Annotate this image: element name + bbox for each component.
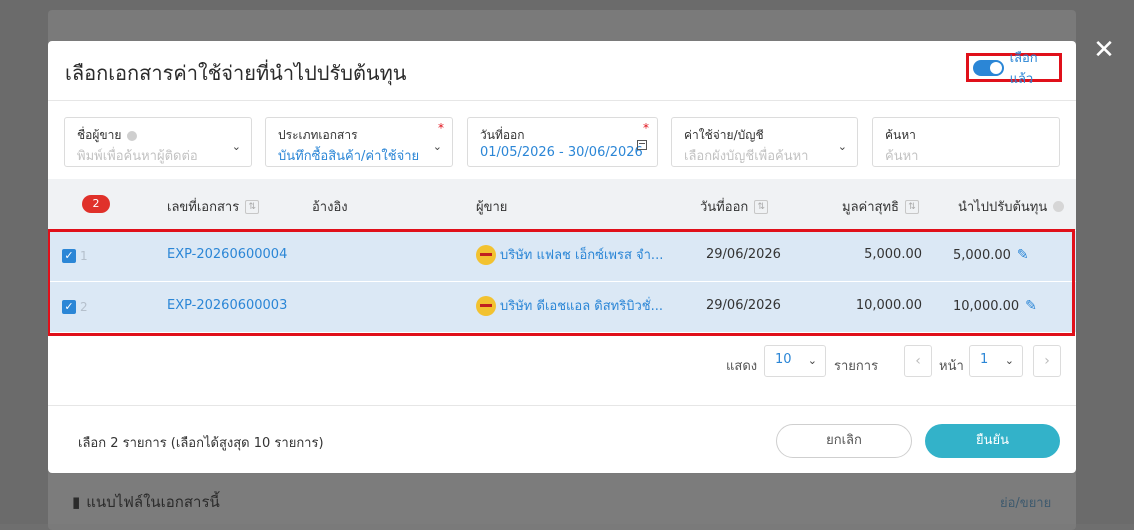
- expense-account-filter[interactable]: ค่าใช้จ่าย/บัญชี เลือกผังบัญชีเพื่อค้นหา…: [671, 117, 858, 167]
- table-row[interactable]: ✓ 1 EXP-20260600004 บริษัท แฟลช เอ็กซ์เพ…: [48, 231, 1076, 281]
- page-value: 1: [980, 352, 989, 367]
- vendor-filter-label: ชื่อผู้ขาย: [77, 128, 122, 142]
- page-size-select[interactable]: 10 ⌄: [764, 345, 826, 377]
- selected-count-badge: 2: [82, 195, 110, 213]
- search-filter[interactable]: ค้นหา ค้นหา: [872, 117, 1060, 167]
- toggle-switch[interactable]: [973, 59, 1004, 76]
- sort-icon[interactable]: ⇅: [754, 199, 769, 214]
- row-checkbox[interactable]: ✓: [62, 249, 76, 263]
- selected-only-toggle[interactable]: เลือกแล้ว: [966, 51, 1062, 87]
- doc-no-link[interactable]: EXP-20260600004: [167, 247, 287, 262]
- header-issue-date: วันที่ออก: [700, 200, 749, 215]
- cost-adjust-cell: 5,000.00 ✎: [953, 247, 1029, 263]
- prev-page-button[interactable]: ‹: [904, 345, 932, 377]
- expense-account-label: ค่าใช้จ่าย/บัญชี: [684, 128, 764, 142]
- expand-link[interactable]: ย่อ/ขยาย: [1000, 492, 1051, 513]
- issue-date-value: 01/05/2026 - 30/06/2026: [480, 145, 643, 160]
- row-number: 1: [80, 249, 88, 263]
- header-vendor: ผู้ขาย: [476, 200, 508, 215]
- cost-adjust-cell: 10,000.00 ✎: [953, 298, 1037, 314]
- table-row[interactable]: ✓ 2 EXP-20260600003 บริษัท ดีเอชแอล ดิสท…: [48, 282, 1076, 332]
- vendor-name: บริษัท แฟลช เอ็กซ์เพรส จำ...: [500, 248, 664, 263]
- toggle-label: เลือกแล้ว: [1009, 50, 1038, 87]
- page-size-value: 10: [775, 352, 792, 367]
- pagination: แสดง 10 ⌄ รายการ ‹ หน้า 1 ⌄ ›: [48, 345, 1076, 379]
- chevron-down-icon: ⌄: [432, 140, 442, 153]
- row-checkbox[interactable]: ✓: [62, 300, 76, 314]
- help-icon: [1053, 201, 1065, 212]
- file-icon: ▮: [72, 493, 81, 511]
- attach-files-section: ▮ แนบไฟล์ในเอกสารนี้: [72, 490, 220, 514]
- confirm-button[interactable]: ยืนยัน: [925, 424, 1060, 458]
- show-label: แสดง: [726, 359, 758, 374]
- attach-label: แนบไฟล์ในเอกสารนี้: [86, 493, 220, 511]
- search-input[interactable]: ค้นหา: [885, 145, 918, 166]
- doc-type-label: ประเภทเอกสาร: [278, 128, 358, 142]
- row-number: 2: [80, 300, 88, 314]
- issue-date-label: วันที่ออก: [480, 128, 525, 142]
- doc-type-value: บันทึกซื้อสินค้า/ค่าใช้จ่าย: [278, 149, 420, 164]
- select-expense-modal: เลือกเอกสารค่าใช้จ่ายที่นำไปปรับต้นทุน เ…: [48, 41, 1076, 473]
- page-label: หน้า: [939, 359, 964, 374]
- close-icon[interactable]: ✕: [1092, 37, 1116, 63]
- filter-bar: ชื่อผู้ขาย พิมพ์เพื่อค้นหาผู้ติดต่อ ⌄ ปร…: [64, 117, 1064, 169]
- header-doc-no: เลขที่เอกสาร: [167, 200, 240, 215]
- items-label: รายการ: [834, 359, 879, 374]
- calendar-icon[interactable]: [637, 140, 647, 150]
- modal-header: เลือกเอกสารค่าใช้จ่ายที่นำไปปรับต้นทุน เ…: [48, 41, 1076, 101]
- vendor-name: บริษัท ดีเอชแอล ดิสทริบิวชั่...: [500, 299, 664, 314]
- chevron-down-icon: ⌄: [1004, 354, 1014, 367]
- net-value-cell: 10,000.00: [855, 298, 922, 313]
- header-net-value: มูลค่าสุทธิ: [842, 200, 899, 215]
- chevron-down-icon: ⌄: [231, 140, 241, 153]
- modal-title: เลือกเอกสารค่าใช้จ่ายที่นำไปปรับต้นทุน: [65, 61, 407, 85]
- doc-no-link[interactable]: EXP-20260600003: [167, 298, 287, 313]
- selection-summary: เลือก 2 รายการ (เลือกได้สูงสุด 10 รายการ…: [78, 436, 324, 451]
- page-select[interactable]: 1 ⌄: [969, 345, 1023, 377]
- vendor-cell[interactable]: บริษัท แฟลช เอ็กซ์เพรส จำ...: [476, 244, 663, 265]
- pencil-icon[interactable]: ✎: [1017, 247, 1029, 263]
- vendor-cell[interactable]: บริษัท ดีเอชแอล ดิสทริบิวชั่...: [476, 295, 663, 316]
- vendor-filter-placeholder: พิมพ์เพื่อค้นหาผู้ติดต่อ: [77, 149, 198, 164]
- chevron-down-icon: ⌄: [807, 354, 817, 367]
- header-reference: อ้างอิง: [312, 200, 348, 215]
- header-cost-adjust: นำไปปรับต้นทุน: [958, 200, 1048, 215]
- chevron-down-icon: ⌄: [837, 140, 847, 153]
- required-mark: *: [438, 121, 444, 135]
- help-icon: [127, 130, 138, 141]
- required-mark: *: [643, 121, 649, 135]
- cancel-button[interactable]: ยกเลิก: [776, 424, 912, 458]
- table-header: 2 เลขที่เอกสาร ⇅ อ้างอิง ผู้ขาย วันที่ออ…: [48, 179, 1076, 230]
- modal-footer: เลือก 2 รายการ (เลือกได้สูงสุด 10 รายการ…: [48, 405, 1076, 473]
- doc-type-filter[interactable]: ประเภทเอกสาร * บันทึกซื้อสินค้า/ค่าใช้จ่…: [265, 117, 453, 167]
- issue-date-cell: 29/06/2026: [706, 298, 781, 313]
- search-label: ค้นหา: [885, 128, 916, 142]
- expense-account-placeholder: เลือกผังบัญชีเพื่อค้นหา: [684, 149, 809, 164]
- cost-adjust-value: 5,000.00: [953, 247, 1011, 263]
- vendor-filter[interactable]: ชื่อผู้ขาย พิมพ์เพื่อค้นหาผู้ติดต่อ ⌄: [64, 117, 252, 167]
- sort-icon[interactable]: ⇅: [245, 199, 260, 214]
- pencil-icon[interactable]: ✎: [1025, 298, 1037, 314]
- next-page-button[interactable]: ›: [1033, 345, 1061, 377]
- vendor-logo: [476, 295, 496, 316]
- sort-icon[interactable]: ⇅: [904, 199, 919, 214]
- issue-date-filter[interactable]: วันที่ออก * 01/05/2026 - 30/06/2026: [467, 117, 658, 167]
- cost-adjust-value: 10,000.00: [953, 298, 1020, 314]
- net-value-cell: 5,000.00: [864, 247, 922, 262]
- vendor-logo: [476, 244, 496, 265]
- issue-date-cell: 29/06/2026: [706, 247, 781, 262]
